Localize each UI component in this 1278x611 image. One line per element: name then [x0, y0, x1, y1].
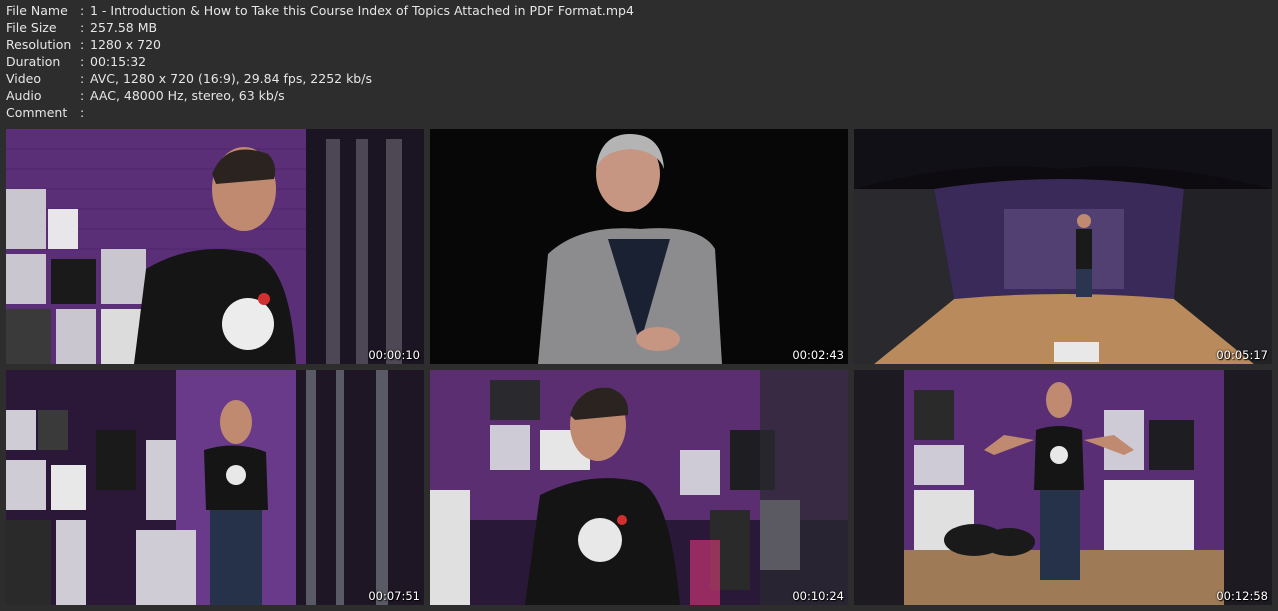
- thumbnail-timestamp: 00:00:10: [368, 348, 420, 362]
- info-row-duration: Duration : 00:15:32: [6, 53, 634, 70]
- info-separator: :: [80, 37, 85, 52]
- info-row-audio: Audio : AAC, 48000 Hz, stereo, 63 kb/s: [6, 87, 634, 104]
- info-value-file-name: 1 - Introduction & How to Take this Cour…: [90, 3, 634, 18]
- video-thumbnail[interactable]: 00:00:10: [6, 129, 424, 364]
- video-thumbnail[interactable]: 00:10:24: [430, 370, 848, 605]
- thumbnail-timestamp: 00:07:51: [368, 589, 420, 603]
- info-label: Resolution: [6, 37, 72, 52]
- info-value-file-size: 257.58 MB: [90, 20, 158, 35]
- info-label: File Size: [6, 20, 57, 35]
- info-row-video: Video : AVC, 1280 x 720 (16:9), 29.84 fp…: [6, 70, 634, 87]
- video-thumbnail[interactable]: 00:07:51: [6, 370, 424, 605]
- video-thumbnail[interactable]: 00:02:43: [430, 129, 848, 364]
- info-label: Duration: [6, 54, 61, 69]
- info-separator: :: [80, 88, 85, 103]
- info-separator: :: [80, 71, 85, 86]
- info-label: File Name: [6, 3, 68, 18]
- thumbnail-timestamp: 00:02:43: [792, 348, 844, 362]
- thumbnail-image: [6, 129, 424, 364]
- info-value-resolution: 1280 x 720: [90, 37, 162, 52]
- info-separator: :: [80, 105, 85, 120]
- thumbnail-timestamp: 00:12:58: [1216, 589, 1268, 603]
- info-row-file-size: File Size : 257.58 MB: [6, 19, 634, 36]
- info-separator: :: [80, 20, 85, 35]
- info-value-audio: AAC, 48000 Hz, stereo, 63 kb/s: [90, 88, 285, 103]
- info-row-resolution: Resolution : 1280 x 720: [6, 36, 634, 53]
- info-label: Comment: [6, 105, 68, 120]
- thumbnail-grid: 00:00:10 00:02:43 00:05:17 00:07:51 00:1…: [6, 129, 1272, 605]
- thumbnail-image: [430, 370, 848, 605]
- info-separator: :: [80, 3, 85, 18]
- info-value-duration: 00:15:32: [90, 54, 147, 69]
- info-separator: :: [80, 54, 85, 69]
- thumbnail-timestamp: 00:10:24: [792, 589, 844, 603]
- info-value-video: AVC, 1280 x 720 (16:9), 29.84 fps, 2252 …: [90, 71, 372, 86]
- info-label: Audio: [6, 88, 42, 103]
- info-label: Video: [6, 71, 42, 86]
- video-thumbnail[interactable]: 00:12:58: [854, 370, 1272, 605]
- thumbnail-image: [854, 370, 1272, 605]
- info-row-comment: Comment :: [6, 104, 634, 121]
- thumbnail-image: [6, 370, 424, 605]
- thumbnail-image: [430, 129, 848, 364]
- thumbnail-timestamp: 00:05:17: [1216, 348, 1268, 362]
- media-info-panel: File Name : 1 - Introduction & How to Ta…: [6, 2, 634, 121]
- thumbnail-image: [854, 129, 1272, 364]
- video-thumbnail[interactable]: 00:05:17: [854, 129, 1272, 364]
- info-row-file-name: File Name : 1 - Introduction & How to Ta…: [6, 2, 634, 19]
